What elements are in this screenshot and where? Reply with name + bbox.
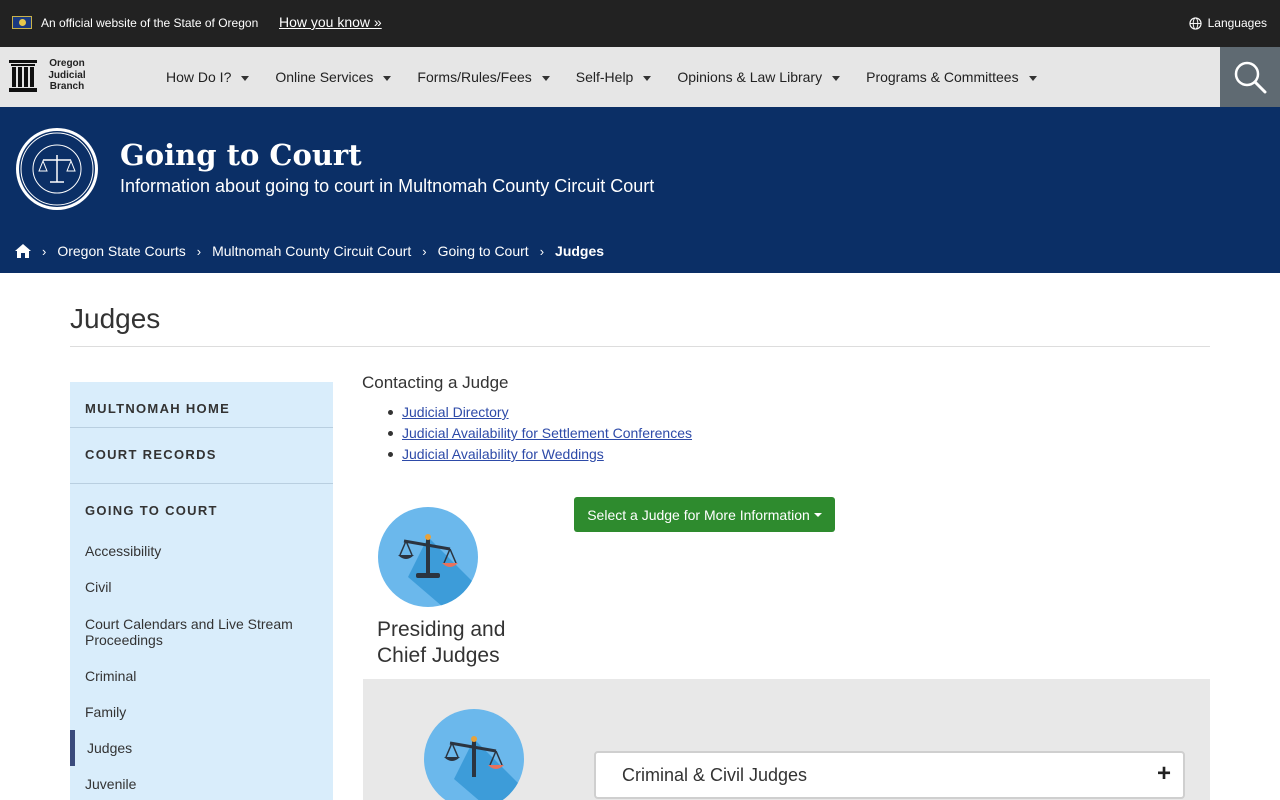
sidebar-item-civil[interactable]: Civil — [85, 579, 315, 595]
logo-text: Oregon Judicial Branch — [48, 58, 86, 92]
languages-button[interactable]: Languages — [1188, 16, 1267, 30]
caret-down-icon — [813, 513, 822, 517]
sidebar-item-accessibility[interactable]: Accessibility — [85, 543, 315, 559]
presiding-judges-heading: Presiding and Chief Judges — [377, 618, 506, 667]
select-judge-label: Select a Judge for More Information — [587, 506, 810, 523]
sidebar-heading-going-to-court[interactable]: GOING TO COURT — [85, 503, 218, 518]
chevron-down-icon — [643, 75, 652, 81]
plus-icon[interactable]: + — [1157, 762, 1171, 786]
sidebar-item-court-calendars[interactable]: Court Calendars and Live Stream Proceedi… — [85, 616, 315, 648]
judicial-directory-link[interactable]: Judicial Directory — [402, 404, 509, 420]
nav-item-forms-rules-fees[interactable]: Forms/Rules/Fees — [417, 47, 550, 107]
chevron-right-icon: › — [42, 243, 47, 259]
divider — [70, 427, 333, 428]
main-nav: Oregon Judicial Branch How Do I? Online … — [0, 47, 1280, 107]
chevron-right-icon: › — [422, 243, 427, 259]
wedding-availability-link[interactable]: Judicial Availability for Weddings — [402, 446, 604, 462]
sidebar-heading-multnomah-home[interactable]: MULTNOMAH HOME — [85, 401, 230, 416]
how-you-know-link[interactable]: How you know » — [279, 14, 382, 30]
ojd-logo[interactable]: Oregon Judicial Branch — [9, 58, 99, 98]
search-icon — [1234, 61, 1267, 94]
sidebar-nav: MULTNOMAH HOME COURT RECORDS GOING TO CO… — [70, 382, 333, 800]
active-indicator — [70, 730, 75, 766]
criminal-civil-judges-accordion[interactable]: Criminal & Civil Judges + — [594, 751, 1185, 799]
breadcrumb: › Oregon State Courts › Multnomah County… — [15, 243, 604, 259]
contact-links-list: Judicial Directory Judicial Availability… — [386, 404, 692, 467]
nav-item-programs-committees[interactable]: Programs & Committees — [866, 47, 1037, 107]
nav-item-how-do-i[interactable]: How Do I? — [166, 47, 250, 107]
sidebar-item-judges[interactable]: Judges — [87, 740, 317, 756]
globe-icon — [1188, 16, 1202, 30]
chevron-down-icon — [1028, 75, 1037, 81]
nav-item-online-services[interactable]: Online Services — [275, 47, 392, 107]
chevron-down-icon — [383, 75, 392, 81]
chevron-down-icon — [541, 75, 550, 81]
chevron-down-icon — [832, 75, 841, 81]
banner-subtitle: Information about going to court in Mult… — [120, 176, 655, 196]
breadcrumb-current: Judges — [555, 243, 605, 259]
languages-label: Languages — [1207, 16, 1267, 30]
page-banner: Going to Court Information about going t… — [0, 107, 1280, 273]
nav-menu: How Do I? Online Services Forms/Rules/Fe… — [166, 47, 1063, 107]
breadcrumb-link[interactable]: Multnomah County Circuit Court — [212, 243, 411, 259]
list-item: Judicial Availability for Weddings — [386, 446, 692, 467]
settlement-availability-link[interactable]: Judicial Availability for Settlement Con… — [402, 425, 692, 441]
official-banner: An official website of the State of Oreg… — [0, 0, 1280, 47]
courthouse-pillars-icon — [9, 60, 37, 92]
official-text: An official website of the State of Oreg… — [41, 16, 259, 30]
judicial-seal-icon — [16, 128, 98, 210]
select-judge-dropdown-button[interactable]: Select a Judge for More Information — [574, 497, 835, 532]
search-button[interactable] — [1220, 47, 1280, 107]
nav-item-opinions-law-library[interactable]: Opinions & Law Library — [677, 47, 841, 107]
home-icon[interactable] — [15, 244, 31, 258]
divider — [70, 346, 1210, 347]
oregon-flag-icon — [12, 16, 32, 29]
list-item: Judicial Directory — [386, 404, 692, 425]
scales-of-justice-icon — [424, 709, 524, 800]
contacting-judge-heading: Contacting a Judge — [362, 373, 509, 392]
accordion-label: Criminal & Civil Judges — [622, 765, 808, 785]
nav-item-self-help[interactable]: Self-Help — [576, 47, 652, 107]
page-title: Judges — [70, 303, 161, 334]
breadcrumb-link[interactable]: Going to Court — [438, 243, 529, 259]
sidebar-item-juvenile[interactable]: Juvenile — [85, 776, 315, 792]
list-item: Judicial Availability for Settlement Con… — [386, 425, 692, 446]
sidebar-heading-court-records[interactable]: COURT RECORDS — [85, 447, 217, 462]
chevron-down-icon — [241, 75, 250, 81]
divider — [70, 483, 333, 484]
sidebar-item-criminal[interactable]: Criminal — [85, 668, 315, 684]
banner-title: Going to Court — [120, 138, 362, 172]
breadcrumb-link[interactable]: Oregon State Courts — [57, 243, 185, 259]
sidebar-item-family[interactable]: Family — [85, 704, 315, 720]
scales-of-justice-icon — [378, 507, 478, 607]
chevron-right-icon: › — [539, 243, 545, 259]
chevron-right-icon: › — [196, 243, 202, 259]
